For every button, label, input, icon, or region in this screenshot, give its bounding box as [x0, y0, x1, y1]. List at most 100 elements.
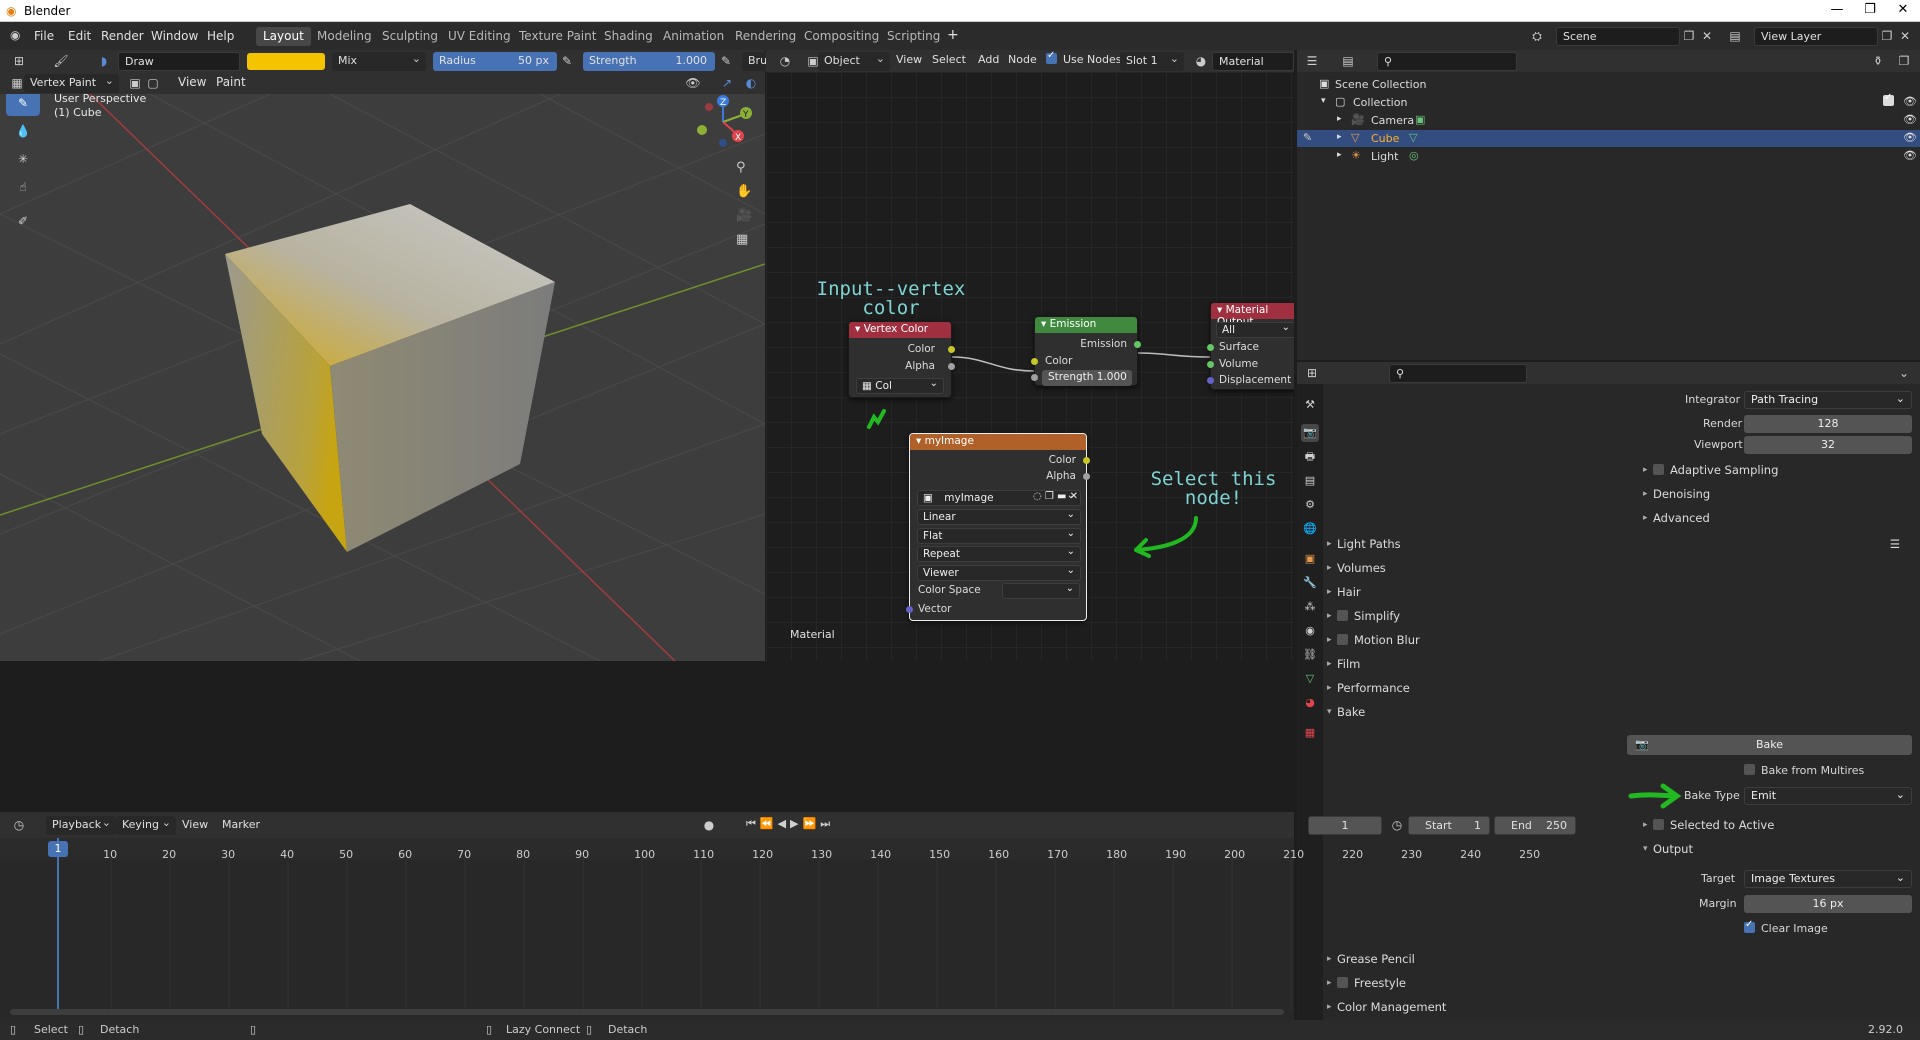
average-tool-icon[interactable]: ✳: [6, 146, 40, 172]
particles-tab-icon[interactable]: ⁂: [1301, 598, 1319, 616]
output-tab-icon[interactable]: 🖶: [1301, 448, 1319, 466]
tab-uv-editing[interactable]: UV Editing: [441, 27, 518, 46]
pan-hand-icon[interactable]: ✋: [736, 184, 752, 199]
node-menu-select[interactable]: Select: [932, 53, 966, 66]
outliner-row-cube[interactable]: ✎ ▸ ▽ Cube ▽ 👁: [1297, 130, 1920, 147]
timeline-scrollbar[interactable]: [10, 1009, 1284, 1015]
presets-list-icon[interactable]: ☰: [1890, 534, 1900, 554]
texture-tab-icon[interactable]: ▦: [1301, 724, 1319, 742]
bake-section[interactable]: Bake: [1323, 702, 1920, 722]
view-layer-tab-icon[interactable]: ▤: [1301, 472, 1319, 490]
blur-tool-icon[interactable]: 💧: [6, 118, 40, 144]
outliner-row-collection[interactable]: ▾ ▢ Collection 👁: [1297, 92, 1920, 111]
mesh-data-icon[interactable]: ▽: [1409, 131, 1417, 144]
auto-key-record-icon[interactable]: ●: [700, 816, 718, 834]
tab-modeling[interactable]: Modeling: [310, 27, 379, 46]
collection-visibility-eye-icon[interactable]: 👁: [1903, 95, 1917, 108]
node-menu-add[interactable]: Add: [978, 53, 999, 66]
tab-shading[interactable]: Shading: [597, 27, 660, 46]
volumes-section[interactable]: Volumes: [1323, 558, 1920, 578]
freestyle-section[interactable]: Freestyle: [1323, 973, 1920, 993]
emission-node-header[interactable]: ▾ Emission: [1035, 317, 1137, 333]
menu-render[interactable]: Render: [101, 29, 144, 43]
film-section[interactable]: Film: [1323, 654, 1920, 674]
new-collection-icon[interactable]: ❐: [1895, 52, 1913, 70]
menu-file[interactable]: File: [34, 29, 54, 43]
current-frame-field[interactable]: 1: [1308, 816, 1382, 835]
light-data-icon[interactable]: ◎: [1409, 149, 1419, 162]
tool-tab-icon[interactable]: ⚒: [1301, 396, 1319, 414]
grease-pencil-section[interactable]: Grease Pencil: [1323, 949, 1920, 969]
physics-tab-icon[interactable]: ◉: [1301, 622, 1319, 640]
mode-dropdown[interactable]: Vertex Paint: [24, 74, 119, 93]
image-vector-socket[interactable]: [906, 606, 913, 613]
node-editor-canvas[interactable]: Input--vertex color Select this node! ▾ …: [766, 72, 1294, 661]
blend-mode-dropdown[interactable]: Mix: [332, 52, 426, 71]
integrator-dropdown[interactable]: Path Tracing: [1744, 391, 1912, 409]
material-output-node[interactable]: ▾ Material Output All Surface Volume Dis…: [1207, 302, 1294, 390]
viewport-samples-field[interactable]: 32: [1744, 436, 1912, 454]
interpolation-dropdown[interactable]: Linear: [917, 509, 1081, 525]
scene-icon[interactable]: ⛭: [1528, 27, 1546, 45]
output-subsection[interactable]: Output: [1639, 839, 1919, 859]
surface-socket[interactable]: [1207, 344, 1214, 351]
use-nodes-checkbox[interactable]: Use Nodes: [1046, 50, 1122, 66]
remove-scene-icon[interactable]: ✕: [1698, 27, 1716, 45]
editor-type-icon[interactable]: ⊞: [10, 52, 28, 70]
expand-arrow-icon[interactable]: ▾: [1321, 96, 1326, 106]
properties-editor-icon[interactable]: ⊞: [1303, 364, 1321, 382]
emission-color-socket[interactable]: [1031, 358, 1038, 365]
playback-menu[interactable]: Playback: [46, 816, 116, 835]
playhead[interactable]: [57, 838, 59, 1013]
strength-slider[interactable]: Strength 1.000: [583, 52, 715, 71]
adaptive-sampling-section[interactable]: Adaptive Sampling: [1639, 460, 1919, 480]
projection-dropdown[interactable]: Flat: [917, 528, 1081, 544]
visibility-icon[interactable]: 👁: [684, 74, 702, 92]
new-view-layer-icon[interactable]: ❐: [1878, 27, 1896, 45]
menu-edit[interactable]: Edit: [68, 29, 91, 43]
extension-dropdown[interactable]: Repeat: [917, 546, 1081, 562]
tab-layout[interactable]: Layout: [256, 27, 311, 46]
minimize-button[interactable]: —: [1822, 2, 1852, 20]
timeline-menu-marker[interactable]: Marker: [222, 818, 260, 831]
outliner-editor-icon[interactable]: ☰: [1303, 52, 1321, 70]
scene-field[interactable]: Scene: [1556, 27, 1680, 46]
vertex-color-layer-field[interactable]: ▦ Col: [856, 378, 944, 394]
maximize-button[interactable]: ❐: [1855, 2, 1885, 20]
annotate-tool-icon[interactable]: ✐: [6, 208, 40, 234]
render-samples-field[interactable]: 128: [1744, 415, 1912, 433]
draw-tool-icon[interactable]: ✎: [6, 94, 40, 116]
outliner-row-light[interactable]: ▸ ☀ Light ◎ 👁: [1297, 148, 1920, 165]
mask-face-icon[interactable]: ▣: [126, 74, 144, 92]
expand-arrow-icon[interactable]: ▸: [1337, 114, 1342, 124]
emission-strength-socket[interactable]: [1031, 374, 1038, 381]
world-tab-icon[interactable]: 🌐: [1301, 520, 1319, 538]
timeline-area[interactable]: 1: [0, 838, 1294, 1020]
radius-pressure-icon[interactable]: ✎: [558, 52, 576, 70]
color-management-section[interactable]: Color Management: [1323, 997, 1920, 1017]
vertex-color-node[interactable]: ▾ Vertex Color Color Alpha ▦ Col: [848, 321, 955, 398]
collection-exclude-checkbox[interactable]: [1883, 92, 1900, 108]
strength-pressure-icon[interactable]: ✎: [717, 52, 735, 70]
image-actions-icons[interactable]: ◌ ❐ ▬ ✕: [1032, 491, 1078, 502]
light-paths-section[interactable]: Light Paths ☰: [1323, 534, 1920, 554]
view-layer-field[interactable]: View Layer: [1754, 27, 1878, 46]
cube-visibility-eye-icon[interactable]: 👁: [1903, 131, 1917, 144]
brush-name-field[interactable]: Draw: [118, 52, 240, 71]
menu-window[interactable]: Window: [151, 29, 198, 43]
bake-from-multires-checkbox[interactable]: Bake from Multires: [1744, 764, 1864, 777]
material-sphere-icon[interactable]: ◕: [1192, 52, 1210, 70]
light-visibility-eye-icon[interactable]: 👁: [1903, 149, 1917, 162]
tab-rendering[interactable]: Rendering: [728, 27, 803, 46]
outliner-row-camera[interactable]: ▸ 🎥 Camera ▣ 👁: [1297, 112, 1920, 129]
close-button[interactable]: ✕: [1888, 2, 1918, 20]
node-menu-view[interactable]: View: [896, 53, 922, 66]
node-menu-node[interactable]: Node: [1008, 53, 1037, 66]
filter-icon[interactable]: ⚱: [1869, 52, 1887, 70]
vertex-color-color-socket[interactable]: [948, 346, 955, 353]
display-mode-icon[interactable]: ▤: [1339, 52, 1357, 70]
timeline-menu-view[interactable]: View: [182, 818, 208, 831]
advanced-section[interactable]: Advanced: [1639, 508, 1919, 528]
render-tab-icon[interactable]: 📷: [1301, 424, 1319, 442]
constraints-tab-icon[interactable]: ⛓: [1301, 646, 1319, 664]
